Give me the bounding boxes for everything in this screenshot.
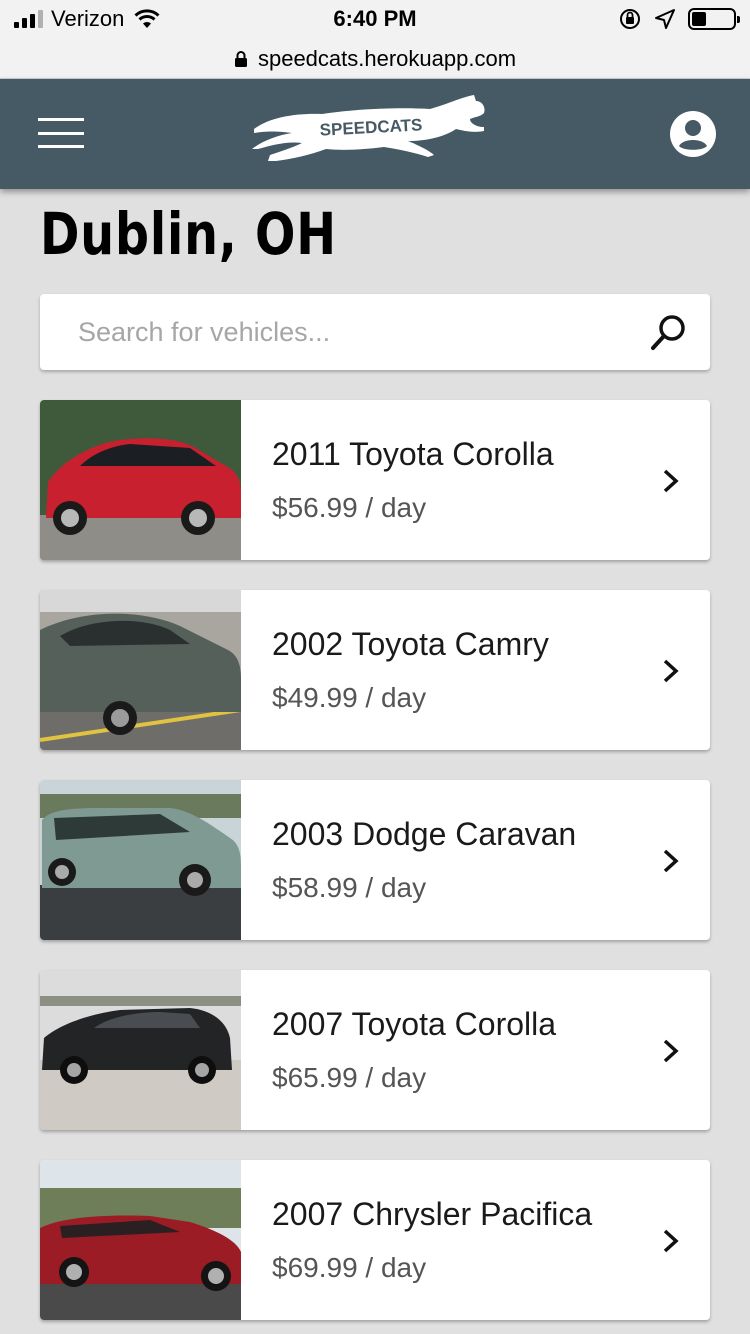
chevron-right-icon <box>663 1229 679 1253</box>
vehicle-card[interactable]: 2007 Toyota Corolla $65.99 / day <box>40 970 710 1130</box>
vehicle-price: $69.99 / day <box>272 1252 427 1283</box>
battery-icon <box>688 8 740 30</box>
account-circle-icon[interactable] <box>669 110 717 158</box>
search-input[interactable] <box>78 294 638 370</box>
browser-url-bar[interactable]: speedcats.herokuapp.com <box>0 40 750 79</box>
vehicle-card[interactable]: 2011 Toyota Corolla $56.99 / day <box>40 400 710 560</box>
orientation-lock-icon <box>620 9 640 29</box>
chevron-right-icon <box>663 1039 679 1063</box>
location-icon <box>655 9 675 29</box>
lock-icon <box>234 51 247 67</box>
vehicle-name: 2003 Dodge Caravan <box>272 816 577 852</box>
vehicle-name: 2007 Chrysler Pacifica <box>272 1196 593 1232</box>
hamburger-menu-icon[interactable] <box>38 118 84 148</box>
vehicle-card[interactable]: 2002 Toyota Camry $49.99 / day <box>40 590 710 750</box>
vehicle-photo <box>40 1160 241 1320</box>
vehicle-photo <box>40 590 241 750</box>
app-header: SPEEDCATS <box>0 79 750 189</box>
vehicle-card[interactable]: 2007 Chrysler Pacifica $69.99 / day <box>40 1160 710 1320</box>
vehicle-photo <box>40 970 241 1130</box>
chevron-right-icon <box>663 849 679 873</box>
vehicle-name: 2002 Toyota Camry <box>272 626 549 662</box>
chevron-right-icon <box>663 659 679 683</box>
vehicle-photo <box>40 400 241 560</box>
vehicle-photo <box>40 780 241 940</box>
search-icon[interactable] <box>650 313 688 351</box>
vehicle-name: 2007 Toyota Corolla <box>272 1006 557 1042</box>
vehicle-card[interactable]: 2003 Dodge Caravan $58.99 / day <box>40 780 710 940</box>
vehicle-price: $49.99 / day <box>272 682 427 713</box>
status-right <box>618 7 740 31</box>
status-bar: Verizon 6:40 PM <box>0 0 750 40</box>
speedcats-logo[interactable]: SPEEDCATS <box>248 93 488 173</box>
search-bar <box>40 294 710 370</box>
url-text: speedcats.herokuapp.com <box>257 46 517 71</box>
page-title: Dublin, OH <box>40 200 337 268</box>
vehicle-list: 2011 Toyota Corolla $56.99 / day 2002 To… <box>40 400 710 1334</box>
vehicle-price: $58.99 / day <box>272 872 427 903</box>
chevron-right-icon <box>663 469 679 493</box>
vehicle-price: $56.99 / day <box>272 492 427 523</box>
vehicle-name: 2011 Toyota Corolla <box>272 436 554 472</box>
vehicle-price: $65.99 / day <box>272 1062 427 1093</box>
